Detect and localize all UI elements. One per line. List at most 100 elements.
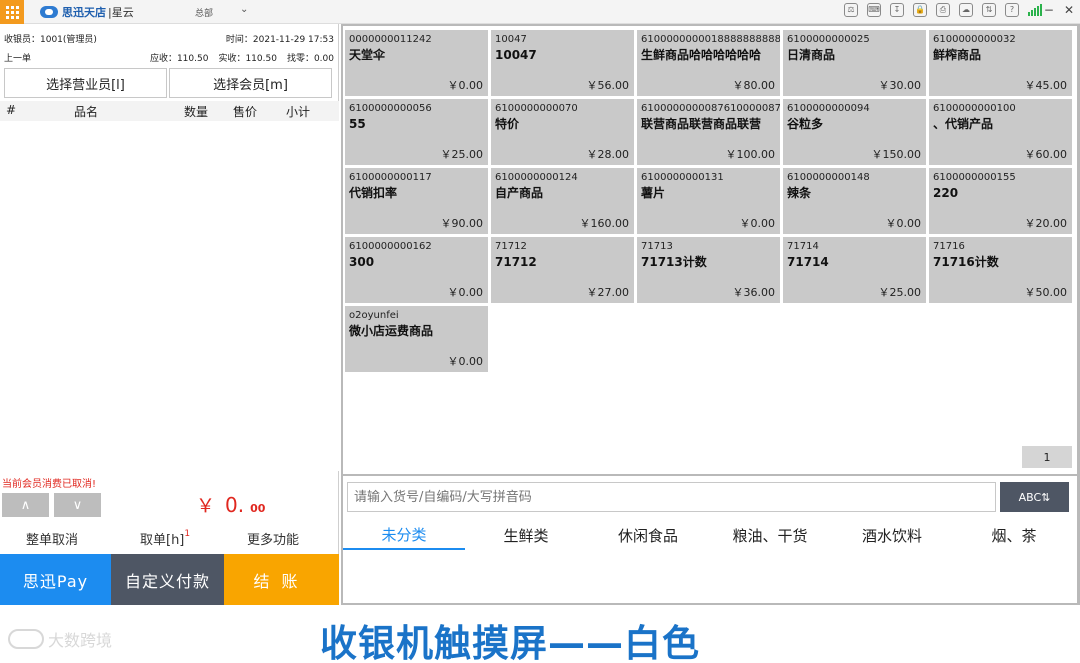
category-tab[interactable]: 休闲食品	[587, 520, 709, 550]
product-tile[interactable]: 6100000000018888888888883 生鲜商品哈哈哈哈哈哈 ￥80.0…	[637, 30, 780, 96]
checkout-button[interactable]: 结账	[224, 554, 339, 605]
caption-strip: 大数跨境 收银机触摸屏——白色	[0, 605, 1080, 663]
product-tile[interactable]: 6100000000117 代销扣率 ￥90.00	[345, 168, 488, 234]
chevron-down-icon[interactable]: ⌄	[240, 4, 248, 15]
product-code: 6100000000148	[787, 172, 870, 183]
custom-payment-button[interactable]: 自定义付款	[111, 554, 224, 605]
category-tab[interactable]: 粮油、干货	[709, 520, 831, 550]
scroll-down-button[interactable]: ∨	[54, 493, 101, 517]
product-tile[interactable]: 6100000000025 日清商品 ￥30.00	[783, 30, 926, 96]
more-functions-button[interactable]: 更多功能	[247, 529, 299, 548]
product-tile[interactable]: 6100000000070 特价 ￥28.00	[491, 99, 634, 165]
product-tile[interactable]: 6100000000124 自产商品 ￥160.00	[491, 168, 634, 234]
category-tab[interactable]: 未分类	[343, 520, 465, 550]
product-code: 6100000000124	[495, 172, 578, 183]
lock-icon[interactable]: 🔒	[913, 3, 927, 17]
product-code: 6100000000100	[933, 103, 1016, 114]
product-price: ￥150.00	[871, 148, 922, 161]
product-search-input[interactable]	[347, 482, 996, 512]
product-code: 0000000011242	[349, 34, 432, 45]
product-name: 谷粒多	[787, 117, 824, 131]
watermark: 大数跨境	[8, 627, 112, 651]
product-tile[interactable]: 71713 71713计数 ￥36.00	[637, 237, 780, 303]
product-code: 6100000000032	[933, 34, 1016, 45]
page-number-button[interactable]: 1	[1022, 446, 1072, 468]
product-name: 220	[933, 186, 959, 200]
product-code: 6100000000056	[349, 103, 432, 114]
product-code: 71714	[787, 241, 819, 252]
siyun-pay-button[interactable]: 思迅Pay	[0, 554, 111, 605]
product-tile[interactable]: 6100000000155 220 ￥20.00	[929, 168, 1072, 234]
minimize-icon[interactable]: −	[1044, 3, 1054, 17]
product-tile[interactable]: 6100000000100 、代销产品 ￥60.00	[929, 99, 1072, 165]
product-tile[interactable]: 6100000000148 辣条 ￥0.00	[783, 168, 926, 234]
cancel-order-button[interactable]: 整单取消	[26, 529, 78, 548]
cashier-label: 收银员：1001(管理员)	[4, 35, 97, 45]
product-code: 71712	[495, 241, 527, 252]
product-name: 10047	[495, 48, 537, 62]
last-order-label: 上一单	[4, 54, 32, 64]
product-tile[interactable]: 6100000000094 谷粒多 ￥150.00	[783, 99, 926, 165]
product-name: 300	[349, 255, 375, 269]
product-name: 特价	[495, 117, 520, 131]
product-tile[interactable]: 10047 10047 ￥56.00	[491, 30, 634, 96]
scale-icon[interactable]: ⚖	[844, 3, 858, 17]
export-icon[interactable]: ↧	[890, 3, 904, 17]
cloud-sync-icon[interactable]: ⇅	[982, 3, 996, 17]
product-name: 联营商品联营商品联营	[641, 117, 762, 131]
product-name: 薯片	[641, 186, 666, 200]
retrieve-order-label: 取单[h]	[140, 533, 185, 548]
product-tile[interactable]: 71716 71716计数 ￥50.00	[929, 237, 1072, 303]
close-icon[interactable]: ✕	[1064, 3, 1074, 17]
input-mode-button[interactable]: ABC⇅	[1000, 482, 1069, 512]
product-tile[interactable]: 0000000011242 天堂伞 ￥0.00	[345, 30, 488, 96]
product-tile[interactable]: o2oyunfei 微小店运费商品 ￥0.00	[345, 306, 488, 372]
last-order-totals: 应收：110.50 实收：110.50 找零：0.00	[150, 51, 334, 64]
product-price: ￥0.00	[447, 355, 484, 368]
product-tile[interactable]: 6100000000032 鲜榨商品 ￥45.00	[929, 30, 1072, 96]
brand-logo: 思迅 天店 |星云	[40, 4, 134, 20]
product-price: ￥60.00	[1024, 148, 1068, 161]
product-name: 鲜榨商品	[933, 48, 982, 62]
product-price: ￥36.00	[732, 286, 776, 299]
caption-title: 收银机触摸屏——白色	[320, 622, 700, 663]
product-price: ￥28.00	[586, 148, 630, 161]
product-tile[interactable]: 6100000000131 薯片 ￥0.00	[637, 168, 780, 234]
total-decimal: 00	[250, 502, 266, 515]
product-name: 55	[349, 117, 366, 131]
cloud-icon[interactable]: ☁	[959, 3, 973, 17]
product-panel: 1 0000000011242 天堂伞 ￥0.00 10047 10047 ￥56.00 6…	[341, 24, 1080, 605]
category-tab[interactable]: 酒水饮料	[831, 520, 953, 550]
product-tile[interactable]: 71714 71714 ￥25.00	[783, 237, 926, 303]
watermark-text: 大数跨境	[48, 631, 113, 650]
keyboard-icon[interactable]: ⌨	[867, 3, 881, 17]
window-controls: − ✕	[1044, 3, 1074, 17]
product-tile[interactable]: 6100000000087610000087 联营商品联营商品联营 ￥100.00	[637, 99, 780, 165]
category-tab[interactable]: 生鲜类	[465, 520, 587, 550]
select-clerk-button[interactable]: 选择营业员[l]	[4, 68, 167, 98]
total-integer: 0.	[225, 493, 245, 517]
app-menu-grid-icon[interactable]	[0, 0, 24, 24]
product-tile[interactable]: 71712 71712 ￥27.00	[491, 237, 634, 303]
product-name: 生鲜商品哈哈哈哈哈哈	[641, 48, 762, 62]
col-index: #	[6, 103, 17, 117]
printer-icon[interactable]: ⎙	[936, 3, 950, 17]
product-price: ￥90.00	[440, 217, 484, 230]
scroll-up-button[interactable]: ∧	[2, 493, 49, 517]
store-selector[interactable]: 总部	[195, 6, 213, 19]
retrieve-order-button[interactable]: 取单[h]1	[140, 529, 190, 548]
order-list-header: # 品名 数量 售价 小计	[0, 101, 339, 121]
product-tile[interactable]: 6100000000162 300 ￥0.00	[345, 237, 488, 303]
product-code: 6100000000070	[495, 103, 578, 114]
category-tabs: 未分类 生鲜类 休闲食品 粮油、干货 酒水饮料 烟、茶	[343, 520, 1077, 550]
product-tile[interactable]: 6100000000056 55 ￥25.00	[345, 99, 488, 165]
product-price: ￥100.00	[725, 148, 776, 161]
help-icon[interactable]: ?	[1005, 3, 1019, 17]
product-name: 71714	[787, 255, 829, 269]
product-code: 6100000000155	[933, 172, 1016, 183]
select-member-button[interactable]: 选择会员[m]	[169, 68, 332, 98]
product-code: 6100000000131	[641, 172, 724, 183]
order-list[interactable]	[0, 121, 339, 471]
brand-sub: 天店	[84, 6, 106, 19]
category-tab[interactable]: 烟、茶	[953, 520, 1075, 550]
